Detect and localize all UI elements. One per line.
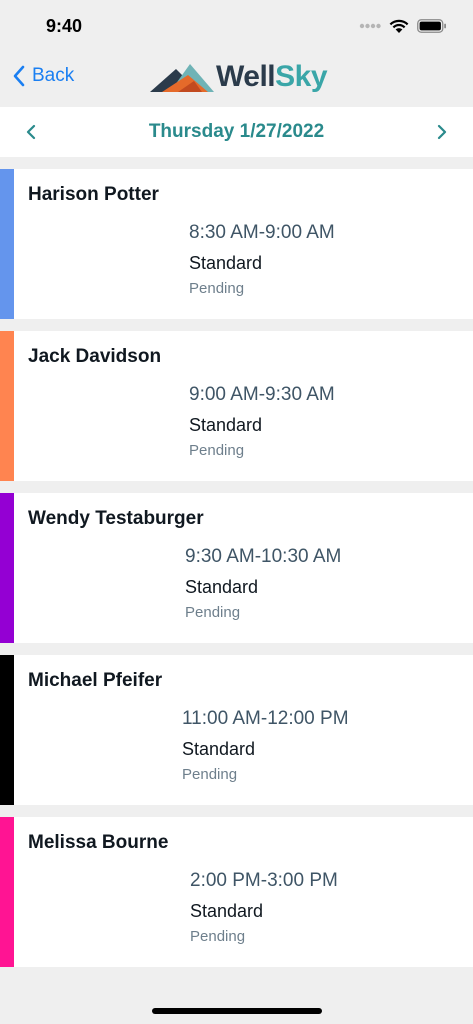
visit-color-bar bbox=[0, 817, 14, 967]
wellsky-logo: WellSky bbox=[150, 55, 328, 99]
client-name: Melissa Bourne bbox=[28, 832, 169, 853]
visit-time: 2:00 PM-3:00 PM bbox=[190, 870, 338, 891]
visit-schedule-screen: 9:40 Back WellSky Thursday 1/27/2022 Har… bbox=[0, 0, 473, 1024]
status-icons bbox=[359, 19, 447, 34]
visit-color-bar bbox=[0, 655, 14, 805]
visit-type: Standard bbox=[190, 901, 264, 921]
chevron-left-icon bbox=[26, 124, 36, 140]
visit-type: Standard bbox=[182, 739, 256, 759]
mountain-logo-icon bbox=[150, 64, 214, 92]
visit-time: 9:00 AM-9:30 AM bbox=[189, 384, 335, 405]
visit-type: Standard bbox=[189, 253, 263, 273]
visit-card[interactable]: Michael Pfeifer 11:00 AM-12:00 PM Standa… bbox=[0, 655, 473, 805]
visit-time: 8:30 AM-9:00 AM bbox=[189, 222, 335, 243]
next-day-button[interactable] bbox=[431, 121, 453, 143]
visit-details: 2:00 PM-3:00 PM Standard Pending bbox=[190, 869, 338, 947]
wifi-icon bbox=[389, 19, 409, 33]
client-name: Jack Davidson bbox=[28, 346, 162, 367]
visit-color-bar bbox=[0, 331, 14, 481]
client-name: Michael Pfeifer bbox=[28, 670, 163, 691]
visit-card[interactable]: Melissa Bourne 2:00 PM-3:00 PM Standard … bbox=[0, 817, 473, 967]
logo-well-text: Well bbox=[216, 60, 276, 93]
logo-sky-text: Sky bbox=[275, 60, 328, 93]
date-header: Thursday 1/27/2022 bbox=[0, 107, 473, 157]
home-indicator[interactable] bbox=[152, 1008, 322, 1014]
status-bar: 9:40 bbox=[0, 0, 473, 52]
visit-status: Pending bbox=[189, 442, 245, 459]
visit-type: Standard bbox=[189, 415, 263, 435]
logo-wordmark: WellSky bbox=[216, 60, 328, 94]
status-time: 9:40 bbox=[46, 15, 83, 36]
chevron-right-icon bbox=[437, 124, 447, 140]
chevron-left-icon bbox=[13, 65, 25, 87]
battery-icon bbox=[417, 19, 446, 33]
visit-details: 9:30 AM-10:30 AM Standard Pending bbox=[185, 545, 341, 623]
visit-details: 11:00 AM-12:00 PM Standard Pending bbox=[182, 707, 349, 785]
visit-time: 9:30 AM-10:30 AM bbox=[185, 546, 342, 567]
visit-status: Pending bbox=[190, 928, 246, 945]
cellular-signal-icon bbox=[359, 23, 381, 29]
visit-status: Pending bbox=[189, 280, 245, 297]
visit-status: Pending bbox=[185, 604, 241, 621]
visit-color-bar bbox=[0, 493, 14, 643]
visit-details: 9:00 AM-9:30 AM Standard Pending bbox=[189, 383, 335, 461]
visit-time: 11:00 AM-12:00 PM bbox=[182, 708, 349, 729]
previous-day-button[interactable] bbox=[20, 121, 42, 143]
navigation-bar: Back WellSky bbox=[0, 52, 473, 107]
client-name: Wendy Testaburger bbox=[28, 508, 204, 529]
visit-status: Pending bbox=[182, 766, 238, 783]
visit-card[interactable]: Jack Davidson 9:00 AM-9:30 AM Standard P… bbox=[0, 331, 473, 481]
date-title: Thursday 1/27/2022 bbox=[148, 121, 325, 142]
visit-color-bar bbox=[0, 169, 14, 319]
visit-type: Standard bbox=[185, 577, 259, 597]
back-label: Back bbox=[32, 65, 75, 86]
client-name: Harison Potter bbox=[28, 184, 159, 205]
back-button[interactable]: Back bbox=[12, 62, 74, 90]
visit-details: 8:30 AM-9:00 AM Standard Pending bbox=[189, 221, 335, 299]
visit-card[interactable]: Wendy Testaburger 9:30 AM-10:30 AM Stand… bbox=[0, 493, 473, 643]
visit-list: Harison Potter 8:30 AM-9:00 AM Standard … bbox=[0, 169, 473, 979]
visit-card[interactable]: Harison Potter 8:30 AM-9:00 AM Standard … bbox=[0, 169, 473, 319]
